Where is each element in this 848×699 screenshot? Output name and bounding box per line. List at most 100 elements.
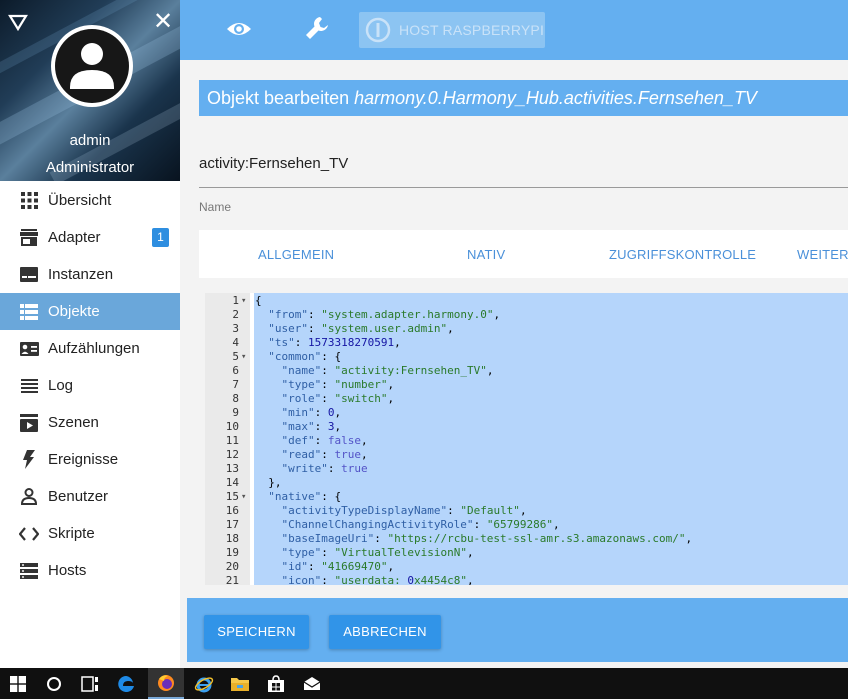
store-icon[interactable]	[258, 668, 294, 699]
dialog-tabs: ALLGEMEIN NATIV ZUGRIFFSKONTROLLE WEITER…	[199, 230, 848, 278]
line-number: 8	[232, 392, 239, 405]
code-text: "def": false,	[281, 434, 368, 447]
wrench-icon[interactable]	[304, 15, 330, 41]
code-text: "from": "system.adapter.harmony.0",	[268, 308, 501, 321]
line-number: 10	[225, 420, 239, 433]
sidebar-item-label: Skripte	[48, 525, 95, 542]
tab-allgemein[interactable]: ALLGEMEIN	[258, 230, 334, 278]
dialog-footer: SPEICHERN ABBRECHEN	[187, 598, 848, 662]
save-button[interactable]: SPEICHERN	[204, 615, 309, 649]
line-number: 2	[232, 308, 239, 321]
file-explorer-icon[interactable]	[222, 668, 258, 699]
sidebar-role: Administrator	[45, 159, 135, 176]
editor-line: 19 "type": "VirtualTelevisionN",	[205, 546, 848, 560]
code-icon	[19, 524, 39, 544]
grid-icon	[19, 191, 39, 211]
mail-icon[interactable]	[294, 668, 330, 699]
sidebar-item-hosts[interactable]: Hosts	[0, 552, 180, 589]
sidebar-item-aufzaehlungen[interactable]: Aufzählungen	[0, 330, 180, 367]
editor-line: 6 "name": "activity:Fernsehen_TV",	[205, 364, 848, 378]
code-text: "role": "switch",	[281, 392, 395, 405]
editor-line: 5 ▾ "common": {	[205, 350, 848, 364]
editor-line: 11 "def": false,	[205, 434, 848, 448]
editor-line: 12 "read": true,	[205, 448, 848, 462]
code-text: "ts": 1573318270591,	[268, 336, 401, 349]
sidebar-item-label: Benutzer	[48, 488, 109, 505]
eye-icon[interactable]	[226, 16, 252, 42]
tab-zugriffskontrolle[interactable]: ZUGRIFFSKONTROLLE	[609, 230, 756, 278]
collapse-menu-icon[interactable]	[8, 12, 28, 32]
editor-line: 15 ▾ "native": {	[205, 490, 848, 504]
sidebar-item-uebersicht[interactable]: Übersicht	[0, 182, 180, 219]
editor-line: 7 "type": "number",	[205, 378, 848, 392]
sidebar-item-label: Aufzählungen	[48, 340, 140, 357]
close-sidebar-icon[interactable]: ✕	[152, 10, 174, 34]
cancel-button[interactable]: ABBRECHEN	[329, 615, 441, 649]
ie-icon[interactable]	[186, 668, 222, 699]
fold-arrow-icon[interactable]: ▾	[241, 350, 246, 364]
sidebar-item-label: Übersicht	[48, 192, 112, 209]
json-editor[interactable]: 1 ▾{2 "from": "system.adapter.harmony.0",…	[205, 293, 848, 585]
sidebar-item-objekte[interactable]: Objekte	[0, 293, 180, 330]
code-text: },	[255, 476, 282, 489]
fold-arrow-icon[interactable]: ▾	[241, 294, 246, 308]
host-button[interactable]: HOST RASPBERRYPI	[359, 12, 545, 48]
line-number: 4	[232, 336, 239, 349]
code-text: "ChannelChangingActivityRole": "65799286…	[281, 518, 560, 531]
firefox-icon[interactable]	[148, 668, 184, 699]
editor-line: 2 "from": "system.adapter.harmony.0",	[205, 308, 848, 322]
sidebar-item-skripte[interactable]: Skripte	[0, 515, 180, 552]
sidebar-item-benutzer[interactable]: Benutzer	[0, 478, 180, 515]
user-icon	[19, 487, 39, 507]
line-number: 20	[225, 560, 239, 573]
dialog-object-id: harmony.0.Harmony_Hub.activities.Fernseh…	[354, 87, 757, 108]
line-number: 14	[225, 476, 239, 489]
code-text: "write": true	[281, 462, 368, 475]
sidebar-item-instanzen[interactable]: Instanzen	[0, 256, 180, 293]
edge-icon[interactable]	[108, 668, 144, 699]
editor-line: 1 ▾ {	[205, 294, 848, 308]
sidebar-item-label: Szenen	[48, 414, 99, 431]
sidebar-item-szenen[interactable]: Szenen	[0, 404, 180, 441]
editor-line: 8 "role": "switch",	[205, 392, 848, 406]
host-label: HOST RASPBERRYPI	[399, 22, 545, 38]
fold-arrow-icon[interactable]: ▾	[241, 490, 246, 504]
windows-start-icon[interactable]	[0, 668, 36, 699]
code-text: "native": {	[268, 490, 342, 503]
sidebar-username: admin	[69, 132, 111, 149]
windows-taskbar	[0, 668, 848, 699]
line-number: 17	[225, 518, 239, 531]
tab-weitere[interactable]: WEITERE	[797, 230, 848, 278]
editor-line: 10 "max": 3,	[205, 420, 848, 434]
editor-line: 3 "user": "system.user.admin",	[205, 322, 848, 336]
store-icon	[19, 228, 39, 248]
sidebar-item-label: Ereignisse	[48, 451, 119, 468]
name-input-underline	[199, 187, 848, 188]
line-number: 7	[232, 378, 239, 391]
code-text: "max": 3,	[281, 420, 342, 433]
line-number: 3	[232, 322, 239, 335]
name-input[interactable]: activity:Fernsehen_TV	[199, 155, 848, 172]
search-icon[interactable]	[36, 668, 72, 699]
dialog-title: Objekt bearbeiten harmony.0.Harmony_Hub.…	[199, 80, 848, 116]
top-bar: HOST RASPBERRYPI	[180, 0, 848, 60]
code-text: "name": "activity:Fernsehen_TV",	[281, 364, 494, 377]
avatar	[51, 25, 133, 107]
sidebar-header: ✕ admin Administrator	[0, 0, 180, 181]
sidebar-item-log[interactable]: Log	[0, 367, 180, 404]
editor-line: 4 "ts": 1573318270591,	[205, 336, 848, 350]
editor-line: 14 },	[205, 476, 848, 490]
edit-object-dialog: Objekt bearbeiten harmony.0.Harmony_Hub.…	[180, 60, 848, 668]
code-text: "type": "VirtualTelevisionN",	[281, 546, 474, 559]
task-view-icon[interactable]	[72, 668, 108, 699]
line-number: 5	[232, 350, 239, 363]
sidebar-item-ereignisse[interactable]: Ereignisse	[0, 441, 180, 478]
line-number: 11	[225, 434, 239, 447]
sidebar-item-label: Objekte	[48, 303, 100, 320]
dialog-title-prefix: Objekt bearbeiten	[207, 87, 350, 108]
app-root: ✕ admin Administrator Übersicht Adapter …	[0, 0, 848, 699]
editor-line: 9 "min": 0,	[205, 406, 848, 420]
adapter-update-badge: 1	[152, 228, 169, 247]
sidebar-item-adapter[interactable]: Adapter 1	[0, 219, 180, 256]
tab-nativ[interactable]: NATIV	[467, 230, 505, 278]
